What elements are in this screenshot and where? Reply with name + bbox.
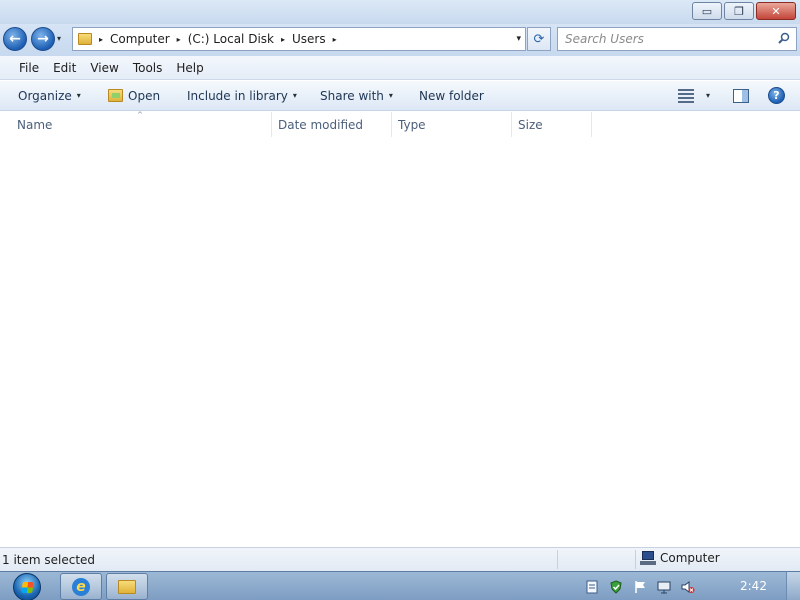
minimize-button[interactable]: ▭: [692, 2, 722, 20]
column-type[interactable]: Type: [392, 112, 512, 137]
breadcrumb: ▸ Computer ▸ (C:) Local Disk ▸ Users ▸: [92, 32, 344, 46]
column-size[interactable]: Size: [512, 112, 592, 137]
column-size-label: Size: [518, 117, 543, 132]
computer-icon: [640, 551, 656, 565]
folder-icon: [78, 33, 92, 45]
search-input[interactable]: [558, 28, 758, 50]
refresh-icon: ⟳: [533, 31, 545, 47]
column-name-label: Name: [17, 117, 53, 132]
search-box: [557, 27, 797, 51]
clock[interactable]: 2:42: [740, 579, 767, 593]
chevron-down-icon: ▾: [706, 91, 711, 100]
notes-icon[interactable]: [585, 580, 599, 594]
breadcrumb-users[interactable]: Users: [292, 32, 326, 46]
back-arrow-icon: ←: [9, 31, 21, 47]
address-dropdown-icon[interactable]: ▾: [516, 34, 521, 44]
file-list[interactable]: [0, 137, 800, 547]
preview-pane-button[interactable]: [733, 81, 749, 111]
taskbar-internet-explorer[interactable]: e: [60, 573, 102, 600]
share-with-label: Share with: [320, 88, 384, 103]
status-divider: [557, 550, 558, 569]
column-headers: ^ Name Date modified Type Size: [0, 111, 800, 137]
share-with-button[interactable]: Share with ▾: [320, 81, 393, 111]
maximize-button[interactable]: ❐: [724, 2, 754, 20]
open-button[interactable]: Open: [108, 81, 160, 111]
menu-tools[interactable]: Tools: [126, 61, 170, 75]
menu-edit[interactable]: Edit: [46, 61, 83, 75]
forward-arrow-icon: →: [37, 31, 49, 47]
status-divider: [635, 550, 636, 569]
refresh-button[interactable]: ⟳: [527, 27, 551, 51]
breadcrumb-local-disk[interactable]: (C:) Local Disk: [188, 32, 274, 46]
volume-muted-icon[interactable]: [681, 580, 695, 594]
back-button[interactable]: ←: [3, 27, 27, 51]
folder-icon: [118, 579, 136, 594]
organize-label: Organize: [18, 88, 72, 103]
show-desktop-button[interactable]: [786, 572, 800, 600]
title-bar: ▭ ❐ ✕: [0, 0, 800, 24]
column-date-modified-label: Date modified: [278, 117, 364, 132]
search-icon[interactable]: [778, 32, 790, 44]
system-tray: [585, 572, 800, 600]
menu-view[interactable]: View: [83, 61, 125, 75]
menu-help[interactable]: Help: [169, 61, 210, 75]
menu-file[interactable]: File: [12, 61, 46, 75]
recent-pages-dropdown[interactable]: ▾: [57, 34, 61, 43]
change-view-button[interactable]: ▾: [678, 81, 710, 111]
preview-pane-icon: [733, 88, 749, 103]
address-bar[interactable]: ▸ Computer ▸ (C:) Local Disk ▸ Users ▸ ▾: [72, 27, 526, 51]
taskbar-windows-explorer[interactable]: [106, 573, 148, 600]
help-button[interactable]: ?: [768, 81, 785, 111]
breadcrumb-separator-icon[interactable]: ▸: [177, 35, 181, 44]
breadcrumb-separator-icon[interactable]: ▸: [99, 35, 103, 44]
new-folder-label: New folder: [419, 88, 484, 103]
forward-button[interactable]: →: [31, 27, 55, 51]
close-icon: ✕: [771, 4, 781, 18]
navigation-bar: ← → ▾ ▸ Computer ▸ (C:) Local Disk ▸ Use…: [0, 24, 800, 56]
help-icon: ?: [768, 87, 785, 104]
organize-button[interactable]: Organize ▾: [18, 81, 81, 111]
location-label: Computer: [660, 551, 720, 565]
windows-logo-icon: [13, 572, 41, 600]
window-controls: ▭ ❐ ✕: [692, 2, 796, 20]
command-bar: Organize ▾ Open Include in library ▾ Sha…: [0, 81, 800, 111]
breadcrumb-separator-icon[interactable]: ▸: [281, 35, 285, 44]
column-type-label: Type: [398, 117, 426, 132]
chevron-down-icon: ▾: [292, 91, 297, 100]
minimize-icon: ▭: [701, 4, 713, 18]
breadcrumb-computer[interactable]: Computer: [110, 32, 170, 46]
open-label: Open: [128, 88, 161, 103]
selection-status: 1 item selected: [2, 553, 96, 567]
security-shield-icon[interactable]: [609, 579, 623, 594]
include-in-library-label: Include in library: [187, 88, 288, 103]
breadcrumb-separator-icon[interactable]: ▸: [333, 35, 337, 44]
column-date-modified[interactable]: Date modified: [272, 112, 392, 137]
location-status: Computer: [640, 551, 720, 565]
menu-bar: File Edit View Tools Help: [0, 56, 800, 80]
new-folder-button[interactable]: New folder: [419, 81, 484, 111]
network-icon[interactable]: [657, 580, 671, 594]
status-bar: 1 item selected Computer: [0, 547, 800, 571]
chevron-down-icon: ▾: [76, 91, 81, 100]
close-button[interactable]: ✕: [756, 2, 796, 20]
start-button[interactable]: [8, 572, 46, 600]
maximize-icon: ❐: [734, 4, 744, 18]
include-in-library-button[interactable]: Include in library ▾: [187, 81, 297, 111]
internet-explorer-icon: e: [72, 577, 90, 596]
chevron-down-icon: ▾: [57, 34, 62, 43]
action-center-flag-icon[interactable]: [633, 580, 647, 594]
column-name[interactable]: Name: [11, 112, 272, 137]
chevron-down-icon: ▾: [388, 91, 393, 100]
taskbar: e 2:42: [0, 571, 800, 600]
views-icon: [678, 88, 694, 103]
open-icon: [108, 89, 123, 102]
